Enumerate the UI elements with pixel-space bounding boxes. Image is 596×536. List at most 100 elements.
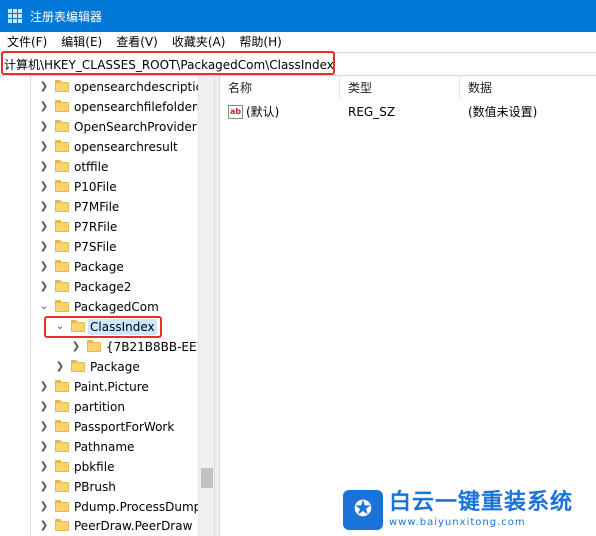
- tree-node-label[interactable]: pbkfile: [74, 459, 114, 475]
- tree-node[interactable]: ❯ OpenSearchProvider: [0, 117, 200, 137]
- tree-node-label[interactable]: PBrush: [74, 479, 116, 495]
- tree-node[interactable]: ❯ Pdump.ProcessDump: [0, 497, 201, 517]
- folder-icon: [71, 360, 85, 372]
- tree-node[interactable]: ❯ PeerDraw.PeerDraw: [0, 516, 200, 536]
- tree-node-label[interactable]: P7SFile: [74, 239, 117, 255]
- tree-node-label[interactable]: Package2: [74, 279, 131, 295]
- chevron-right-icon[interactable]: ❯: [39, 440, 49, 454]
- classindex-highlight-box: [44, 316, 162, 338]
- tree-node[interactable]: ❯ Paint.Picture: [0, 377, 200, 397]
- folder-icon: [55, 280, 69, 292]
- tree-node[interactable]: ❯ PBrush: [0, 477, 200, 497]
- tree-node-label[interactable]: PassportForWork: [74, 419, 174, 435]
- chevron-right-icon[interactable]: ❯: [39, 160, 49, 174]
- tree-scroll-thumb[interactable]: [201, 468, 213, 488]
- tree-node-label[interactable]: Pdump.ProcessDump: [74, 499, 201, 515]
- tree-node-label[interactable]: otffile: [74, 159, 108, 175]
- column-header-name[interactable]: 名称: [220, 76, 340, 100]
- column-header-type[interactable]: 类型: [340, 76, 460, 100]
- folder-icon: [55, 80, 69, 92]
- folder-icon: [55, 260, 69, 272]
- tree-node[interactable]: ❯ otffile: [0, 157, 200, 177]
- tree-node[interactable]: ❯ Package2: [0, 277, 200, 297]
- tree-node[interactable]: ❯ Pathname: [0, 437, 200, 457]
- tree-node-label[interactable]: Pathname: [74, 439, 134, 455]
- folder-icon: [55, 200, 69, 212]
- tree-node[interactable]: ❯ opensearchfilefolderr: [0, 97, 202, 117]
- folder-icon: [55, 220, 69, 232]
- folder-icon: [87, 340, 101, 352]
- column-header-data[interactable]: 数据: [460, 76, 596, 100]
- folder-icon: [55, 180, 69, 192]
- menu-file[interactable]: 文件(F): [0, 32, 54, 52]
- chevron-right-icon[interactable]: ❯: [39, 180, 49, 194]
- chevron-right-icon[interactable]: ❯: [39, 240, 49, 254]
- tree-scrollbar[interactable]: [198, 76, 214, 536]
- chevron-right-icon[interactable]: ❯: [39, 500, 49, 514]
- menu-favorites[interactable]: 收藏夹(A): [165, 32, 233, 52]
- tree-node[interactable]: ❯ opensearchdescriptic: [0, 77, 202, 97]
- folder-icon: [55, 240, 69, 252]
- chevron-right-icon[interactable]: ❯: [39, 260, 49, 274]
- tree-node-label[interactable]: Package: [90, 359, 140, 375]
- tree-node[interactable]: ❯ PassportForWork: [0, 417, 200, 437]
- tree-node-label[interactable]: Paint.Picture: [74, 379, 149, 395]
- folder-icon: [55, 440, 69, 452]
- tree-node-label[interactable]: Package: [74, 259, 124, 275]
- tree-node[interactable]: ❯ P7SFile: [0, 237, 200, 257]
- chevron-right-icon[interactable]: ❯: [39, 80, 49, 94]
- tree-node-label[interactable]: P7RFile: [74, 219, 117, 235]
- tree-node-label[interactable]: OpenSearchProvider: [74, 119, 197, 135]
- tree-node[interactable]: ❯ Package: [0, 357, 200, 377]
- tree-node-label[interactable]: PackagedCom: [74, 299, 159, 315]
- tree-node-label[interactable]: opensearchfilefolderr: [74, 99, 202, 115]
- chevron-right-icon[interactable]: ❯: [39, 100, 49, 114]
- chevron-right-icon[interactable]: ❯: [71, 340, 81, 354]
- value-name[interactable]: (默认): [246, 104, 279, 120]
- chevron-right-icon[interactable]: ❯: [39, 200, 49, 214]
- folder-icon: [55, 400, 69, 412]
- tree-node-label[interactable]: P10File: [74, 179, 117, 195]
- tree-node[interactable]: ❯ P7MFile: [0, 197, 200, 217]
- tree-node[interactable]: ❯ P10File: [0, 177, 200, 197]
- chevron-right-icon[interactable]: ❯: [55, 360, 65, 374]
- tree-node[interactable]: ❯ Package: [0, 257, 200, 277]
- tree-node-label[interactable]: PeerDraw.PeerDraw: [74, 518, 192, 534]
- value-row[interactable]: ab (默认) REG_SZ (数值未设置): [220, 102, 596, 122]
- chevron-right-icon[interactable]: ❯: [39, 380, 49, 394]
- value-data: (数值未设置): [468, 105, 538, 119]
- string-value-icon: ab: [228, 105, 243, 119]
- tree-node[interactable]: ❯ pbkfile: [0, 457, 200, 477]
- chevron-right-icon[interactable]: ❯: [39, 220, 49, 234]
- tree-node-packagedcom[interactable]: ⌄ PackagedCom: [0, 297, 200, 317]
- values-list: 名称 类型 数据 ab (默认) REG_SZ (数值未设置): [220, 76, 596, 536]
- tree-node[interactable]: ❯ opensearchresult: [0, 137, 200, 157]
- chevron-right-icon[interactable]: ❯: [39, 420, 49, 434]
- tree-node-label[interactable]: opensearchresult: [74, 139, 178, 155]
- folder-icon: [55, 300, 69, 312]
- folder-icon: [55, 120, 69, 132]
- tree-node-label[interactable]: P7MFile: [74, 199, 119, 215]
- chevron-right-icon[interactable]: ❯: [39, 480, 49, 494]
- chevron-right-icon[interactable]: ❯: [39, 120, 49, 134]
- tree-node[interactable]: ❯ partition: [0, 397, 200, 417]
- menu-help[interactable]: 帮助(H): [232, 32, 288, 52]
- watermark-url: www.baiyunxitong.com: [389, 517, 526, 528]
- tree-node-label[interactable]: {7B21B8BB-EE7: [106, 339, 204, 355]
- tree-node-label[interactable]: partition: [74, 399, 125, 415]
- chevron-right-icon[interactable]: ❯: [39, 400, 49, 414]
- menu-view[interactable]: 查看(V): [109, 32, 165, 52]
- chevron-right-icon[interactable]: ❯: [39, 460, 49, 474]
- tree-node[interactable]: ❯ P7RFile: [0, 217, 200, 237]
- menu-edit[interactable]: 编辑(E): [54, 32, 109, 52]
- folder-icon: [55, 380, 69, 392]
- chevron-right-icon[interactable]: ❯: [39, 280, 49, 294]
- chevron-right-icon[interactable]: ❯: [39, 519, 49, 533]
- tree-node-label[interactable]: opensearchdescriptic: [74, 79, 202, 95]
- folder-icon: [55, 500, 69, 512]
- tree-node[interactable]: ❯ {7B21B8BB-EE7: [0, 337, 204, 357]
- chevron-right-icon[interactable]: ❯: [39, 140, 49, 154]
- chevron-down-icon[interactable]: ⌄: [39, 300, 49, 314]
- folder-icon: [55, 160, 69, 172]
- folder-icon: [55, 140, 69, 152]
